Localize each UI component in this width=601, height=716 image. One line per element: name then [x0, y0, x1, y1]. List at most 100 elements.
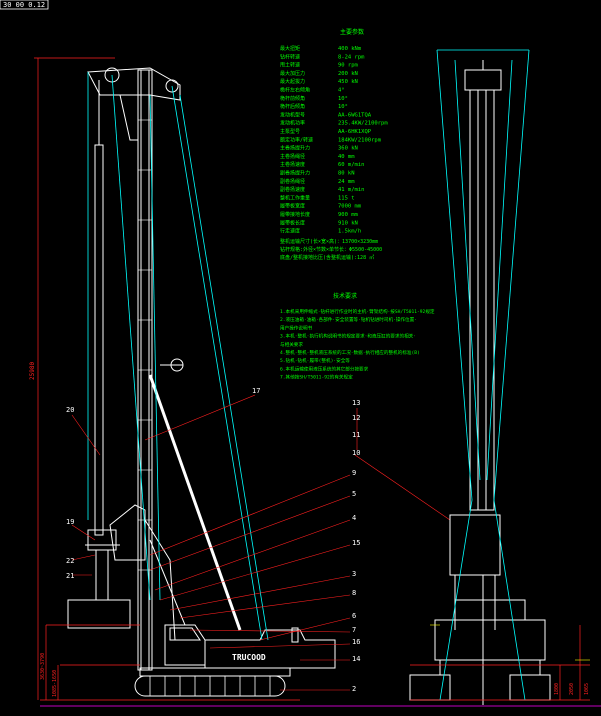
spec-label: 副卷扬提升力: [280, 170, 310, 177]
spec-label: 桅杆左右倾角: [280, 87, 310, 94]
spec-table: 最大扭矩 400 kNm 钻杆转速 8-24 rpm 甩土转速 90 rpm 最大加压力 20…: [280, 45, 388, 235]
spec-value: 24 mm: [338, 179, 355, 185]
dim-right2: 2050: [569, 683, 575, 695]
callout-9[interactable]: 9: [352, 469, 356, 477]
spec-label: 主卷扬速度: [280, 161, 305, 168]
front-crawler-right: [509, 674, 551, 701]
spec-label: 发动机型号: [280, 111, 305, 118]
spec-value: 10°: [338, 96, 348, 102]
spec-label: 发动机功率: [280, 120, 305, 127]
spec-value: 41 m/min: [338, 187, 365, 193]
front-mast: [469, 89, 495, 511]
callout-4[interactable]: 4: [352, 514, 356, 522]
spec-value: 910 kN: [338, 220, 358, 226]
callout-leaders: [71, 394, 451, 691]
spec-extra-2: 钻杆规格:外径×节数×单节长：Φ5500-45000: [280, 246, 382, 253]
callout-19[interactable]: 19: [66, 518, 74, 526]
wire-ropes-side: [87, 72, 269, 641]
spec-value: 115 t: [338, 195, 355, 201]
callout-21[interactable]: 21: [66, 572, 74, 580]
tech-note: 2.液压油箱·油箱·各部件·安全装置等·钻机钻进时司机·操作位置·: [280, 316, 417, 323]
spec-value: 8-24 rpm: [338, 54, 365, 60]
callout-14[interactable]: 14: [352, 655, 360, 663]
dim-low1: 3630~3790: [40, 653, 46, 680]
spec-title: 主要参数: [340, 28, 364, 36]
spec-label: 履带板宽度: [280, 203, 305, 210]
spec-label: 履带板长度: [280, 219, 305, 226]
cad-drawing-viewport: 30 00 0.12 TRUCOOD 25980 3630~3790 1085-…: [0, 0, 601, 716]
upper-carriage: [204, 629, 336, 669]
spec-label: 履带接地长度: [280, 211, 310, 218]
callout-17[interactable]: 17: [252, 387, 260, 395]
callout-3[interactable]: 3: [352, 570, 356, 578]
callout-20[interactable]: 20: [66, 406, 74, 414]
callout-22[interactable]: 22: [66, 557, 74, 565]
drill-bucket: [67, 599, 131, 629]
spec-value: 7000 mm: [338, 204, 362, 210]
spec-value: 900 mm: [338, 212, 359, 218]
callout-16[interactable]: 16: [352, 638, 360, 646]
callout-10[interactable]: 10: [352, 449, 360, 457]
spec-label: 主卷扬绳径: [280, 153, 305, 160]
spec-label: 钻杆转速: [280, 53, 300, 60]
spec-label: 主卷扬提升力: [280, 145, 310, 152]
yellow-markers: [430, 624, 590, 661]
spec-value: 10°: [338, 104, 348, 110]
front-crawler-left: [409, 674, 451, 701]
dim-total-height: 25980: [29, 362, 36, 380]
spec-label: 额定功率/转速: [280, 136, 313, 143]
spec-label: 行走速度: [280, 228, 300, 235]
callout-numbers: 20 17 19 22 21 9 5 4 15 3 8 6 7 16 14 2 …: [66, 387, 360, 693]
title-tab-text: 30 00 0.12: [3, 1, 45, 9]
spec-label: 整机工作重量: [280, 194, 310, 201]
rotary-drive: [109, 504, 146, 561]
callout-5[interactable]: 5: [352, 490, 356, 498]
dimension-lines-right: [410, 625, 590, 701]
front-elevation-view: [409, 60, 551, 705]
callout-11[interactable]: 11: [352, 431, 360, 439]
spec-label: 甩土转速: [280, 62, 300, 69]
rig-drawing: 30 00 0.12 TRUCOOD 25980 3630~3790 1085-…: [0, 0, 601, 707]
spec-label: 桅杆前倾角: [280, 95, 305, 102]
front-rotary-head: [449, 514, 501, 576]
brand-label: TRUCOOD: [232, 653, 266, 662]
tech-note: 5.钻机·钻机·履带(整机)·安全等: [280, 357, 350, 364]
spec-extra-1: 整机运输尺寸(长×宽×高)：13700×3230mm: [280, 238, 378, 245]
dim-low2: 1085-1650: [52, 670, 58, 697]
tech-title: 技术要求: [333, 292, 357, 300]
spec-value: 360 kN: [338, 146, 358, 152]
spec-label: 桅杆后倾角: [280, 103, 305, 110]
tech-note: 3.本机·整机·执行机构说明书的规定要求·和液压缸的要求的相关·: [280, 333, 416, 340]
callout-8[interactable]: 8: [352, 589, 356, 597]
spec-value: 90 rpm: [338, 63, 359, 69]
dim-right1: 1800: [554, 683, 560, 695]
callout-12[interactable]: 12: [352, 414, 360, 422]
spec-value: 400 kNm: [338, 46, 362, 52]
callout-6[interactable]: 6: [352, 612, 356, 620]
callout-7[interactable]: 7: [352, 626, 356, 634]
spec-label: 最大加压力: [280, 70, 305, 77]
spec-value: 200 kN: [338, 71, 358, 77]
dimension-lines-left: [34, 57, 300, 701]
title-tab[interactable]: 30 00 0.12: [0, 0, 49, 10]
dim-right3: 1065: [584, 683, 590, 695]
kelly-bar: [94, 144, 104, 536]
operator-cab: [164, 624, 206, 666]
callout-15[interactable]: 15: [352, 539, 360, 547]
spec-label: 最大扭矩: [280, 45, 300, 52]
spec-value: 235.4KW/2100rpm: [338, 121, 388, 127]
spec-value: 4°: [338, 88, 345, 94]
tech-note: 7.其他按SH/T5011-92的有关规定: [280, 374, 353, 381]
tech-notes: 1.本机采用伸缩式·钻杆进行作业时的主机·臂架结构·按SH/T5011-92规定…: [280, 308, 435, 381]
spec-value: 80 kN: [338, 171, 355, 177]
tech-note: 4.整机·整机·整机液压系统的工况·数据·执行相应的整机的标准(B): [280, 349, 420, 356]
spec-value: 1.5km/h: [338, 229, 361, 235]
tech-note: 1.本机采用伸缩式·钻杆进行作业时的主机·臂架结构·按SH/T5011-92规定: [280, 308, 435, 315]
callout-2[interactable]: 2: [352, 685, 356, 693]
spec-value: 184KW/2100rpm: [338, 137, 382, 143]
callout-13[interactable]: 13: [352, 399, 360, 407]
spec-label: 最大起拔力: [280, 78, 305, 85]
spec-label: 副卷扬绳径: [280, 178, 305, 185]
spec-value: 60 m/min: [338, 162, 365, 168]
spec-label: 主泵型号: [280, 128, 300, 135]
